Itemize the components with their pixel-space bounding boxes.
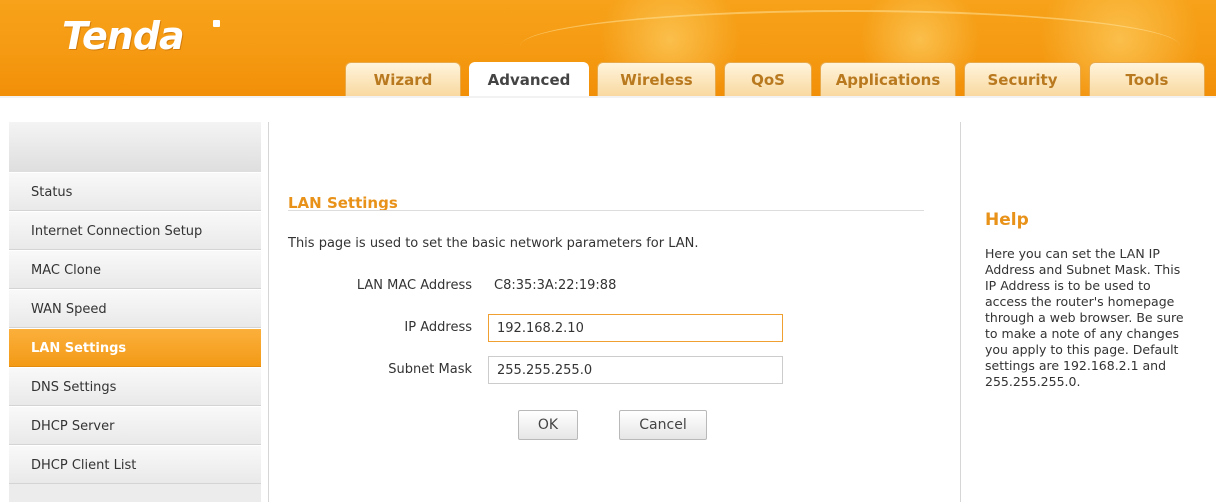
sidebar-item-lan-settings[interactable]: LAN Settings [9,328,261,367]
help-text: Here you can set the LAN IP Address and … [985,246,1184,389]
sidebar: Status Internet Connection Setup MAC Clo… [9,122,261,502]
ip-address-label: IP Address [404,320,472,335]
sidebar-item-mac-clone[interactable]: MAC Clone [9,250,261,289]
sidebar-header [9,122,261,172]
header-banner: Tenda Wizard Advanced Wireless QoS Appli… [0,0,1216,96]
title-divider [288,210,924,211]
sidebar-item-internet-connection-setup[interactable]: Internet Connection Setup [9,211,261,250]
tab-wireless[interactable]: Wireless [597,62,716,96]
sidebar-item-dhcp-server[interactable]: DHCP Server [9,406,261,445]
tab-tools[interactable]: Tools [1089,62,1205,96]
tenda-logo: Tenda [62,14,185,58]
page-description: This page is used to set the basic netwo… [288,236,699,251]
help-panel: Help Here you can set the LAN IP Address… [961,122,1216,502]
subnet-mask-row: Subnet Mask [270,356,960,384]
content-divider-left [268,122,269,502]
tab-security[interactable]: Security [964,62,1081,96]
header-divider [0,96,1216,98]
main-nav: Wizard Advanced Wireless QoS Application… [0,62,1216,96]
sidebar-item-wan-speed[interactable]: WAN Speed [9,289,261,328]
ip-address-input[interactable] [488,314,783,342]
mac-address-label: LAN MAC Address [356,278,472,293]
subnet-mask-input[interactable] [488,356,783,384]
main-content: LAN Settings This page is used to set th… [270,122,960,502]
tab-qos[interactable]: QoS [724,62,812,96]
subnet-mask-label: Subnet Mask [388,362,472,377]
ok-button[interactable]: OK [518,410,578,440]
help-title: Help [985,210,1029,230]
ip-address-row: IP Address [270,314,960,342]
sidebar-item-status[interactable]: Status [9,172,261,211]
sidebar-item-dns-settings[interactable]: DNS Settings [9,367,261,406]
tab-wizard[interactable]: Wizard [345,62,461,96]
mac-address-value: C8:35:3A:22:19:88 [494,278,617,293]
tab-applications[interactable]: Applications [820,62,956,96]
mac-address-row: LAN MAC Address C8:35:3A:22:19:88 [270,272,960,300]
tab-advanced[interactable]: Advanced [469,62,589,96]
registered-mark-icon [213,20,220,27]
cancel-button[interactable]: Cancel [619,410,707,440]
sidebar-item-dhcp-client-list[interactable]: DHCP Client List [9,445,261,484]
